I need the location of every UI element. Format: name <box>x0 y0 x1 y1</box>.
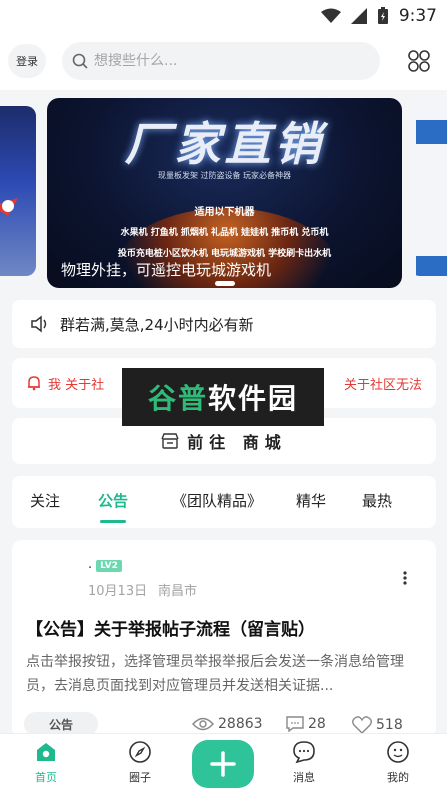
mall-label: 前往 商城 <box>187 433 287 452</box>
home-icon <box>37 743 55 761</box>
apps-menu-icon[interactable] <box>407 49 431 73</box>
heart-icon <box>352 716 372 734</box>
watermark-part2: 软件园 <box>208 382 299 415</box>
banner-caption: 物理外挂，可遥控电玩城游戏机 <box>61 261 272 279</box>
battery-icon <box>377 7 388 24</box>
signal-icon <box>350 8 367 24</box>
alert-text-right: 关于社区无法 <box>343 377 422 393</box>
category-tabs: 关注 公告 《团队精品》 精华 最热 <box>12 476 436 528</box>
banner-next-slide[interactable] <box>410 106 447 276</box>
store-icon <box>161 433 179 449</box>
watermark-logo: 谷普 软件园 <box>122 368 324 426</box>
tab-announcement[interactable]: 公告 <box>98 490 128 511</box>
banner-slide-current[interactable]: 厂家直销 现量板发架 过防盗设备 玩家必备神器 适用以下机器 水果机 打鱼机 抓… <box>47 98 402 288</box>
watermark-part1: 谷普 <box>147 382 208 415</box>
post-card[interactable]: . LV2 10月13日 南昌市 【公告】关于举报帖子流程（留言贴） 点击举报按… <box>12 540 436 738</box>
alert-text-left: 我 关于社 <box>48 377 105 393</box>
banner-carousel[interactable]: 厂家直销 现量板发架 过防盗设备 玩家必备神器 适用以下机器 水果机 打鱼机 抓… <box>0 90 447 296</box>
tab-hottest[interactable]: 最热 <box>362 490 392 511</box>
carousel-indicator <box>215 281 235 286</box>
search-box[interactable] <box>62 42 380 80</box>
nav-messages[interactable]: 消息 <box>274 740 334 785</box>
views-count: 28863 <box>218 716 263 732</box>
nav-messages-label: 消息 <box>293 771 315 784</box>
banner-prev-slide[interactable] <box>0 106 36 276</box>
nav-home-label: 首页 <box>35 771 57 784</box>
create-post-button[interactable] <box>192 740 254 788</box>
search-input[interactable] <box>94 53 354 69</box>
nav-home[interactable]: 首页 <box>16 740 76 785</box>
likes-count: 518 <box>376 717 403 733</box>
comments-count: 28 <box>308 716 326 732</box>
status-icons: 9:37 <box>320 6 437 26</box>
eye-icon <box>192 717 214 731</box>
profile-icon <box>387 741 409 763</box>
tab-active-indicator <box>100 520 126 523</box>
plus-icon <box>210 751 236 777</box>
post-body[interactable]: 点击举报按钮，选择管理员举报举报后会发送一条消息给管理员，去消息页面找到对应管理… <box>26 650 426 698</box>
nav-circle-label: 圈子 <box>129 771 151 784</box>
status-bar: 9:37 <box>0 0 447 32</box>
login-button[interactable]: 登录 <box>8 44 46 78</box>
likes-stat[interactable]: 518 <box>352 716 403 734</box>
nav-circle[interactable]: 圈子 <box>110 740 170 785</box>
banner-machine-list: 适用以下机器 水果机 打鱼机 抓烟机 礼品机 娃娃机 推币机 兑币机 投币充电桩… <box>71 202 378 265</box>
search-icon <box>72 53 88 69</box>
top-bar: 登录 <box>0 32 447 90</box>
speaker-icon <box>31 315 47 333</box>
banner-headline: 厂家直销 <box>124 117 325 171</box>
tab-team-picks[interactable]: 《团队精品》 <box>172 490 262 511</box>
bottom-navigation: 首页 圈子 消息 我的 <box>0 733 447 794</box>
comments-stat[interactable]: 28 <box>286 716 326 732</box>
nav-profile[interactable]: 我的 <box>368 740 428 785</box>
banner-grid-row1: 水果机 打鱼机 抓烟机 礼品机 娃娃机 推币机 兑币机 <box>120 228 329 238</box>
compass-icon <box>129 741 151 763</box>
status-time: 9:37 <box>398 6 437 26</box>
wifi-icon <box>320 8 341 23</box>
notice-text: 群若满,莫急,24小时内必有新 <box>60 315 254 334</box>
notice-bar[interactable]: 群若满,莫急,24小时内必有新 <box>12 300 436 348</box>
post-title[interactable]: 【公告】关于举报帖子流程（留言贴） <box>26 615 315 640</box>
level-badge: LV2 <box>96 560 122 572</box>
tab-follow[interactable]: 关注 <box>30 490 60 511</box>
post-date: 10月13日 <box>88 584 148 599</box>
tab-featured[interactable]: 精华 <box>296 490 326 511</box>
more-options-icon[interactable] <box>402 570 408 586</box>
banner-grid-title: 适用以下机器 <box>194 207 255 218</box>
post-location: 南昌市 <box>158 584 198 599</box>
views-stat: 28863 <box>192 716 263 732</box>
post-author-name[interactable]: . <box>88 557 92 572</box>
banner-tags: 现量板发架 过防盗设备 玩家必备神器 <box>157 171 292 180</box>
nav-profile-label: 我的 <box>387 771 409 784</box>
message-icon <box>293 741 315 764</box>
bell-icon <box>28 376 40 391</box>
comment-icon <box>286 716 304 732</box>
